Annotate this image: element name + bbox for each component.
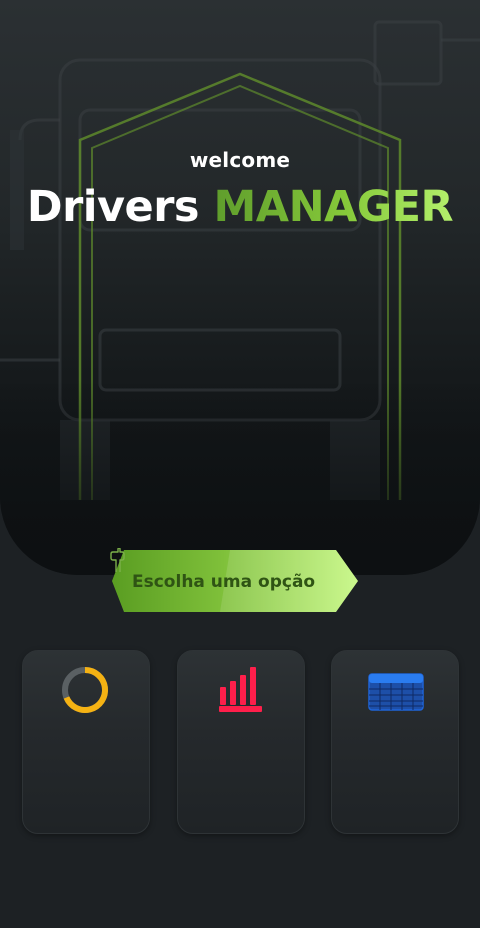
hero-banner: welcome Drivers MANAGER <box>0 0 480 575</box>
truck-background-image <box>0 20 480 575</box>
table-grid-icon <box>368 673 424 711</box>
welcome-text: welcome <box>189 148 291 172</box>
choose-option-button[interactable]: Escolha uma opção <box>110 548 360 614</box>
pointing-hand-icon <box>110 548 125 572</box>
app-title-main: Drivers <box>26 182 200 232</box>
dashboard-card[interactable] <box>22 650 150 834</box>
schedule-card[interactable] <box>331 650 459 834</box>
app-title-accent: MANAGER <box>213 182 454 232</box>
choose-option-label: Escolha uma opção <box>132 572 316 592</box>
reports-card[interactable] <box>177 650 305 834</box>
donut-chart-icon <box>62 667 109 713</box>
bar-chart-icon <box>219 667 262 712</box>
app-title: Drivers MANAGER <box>0 182 480 232</box>
